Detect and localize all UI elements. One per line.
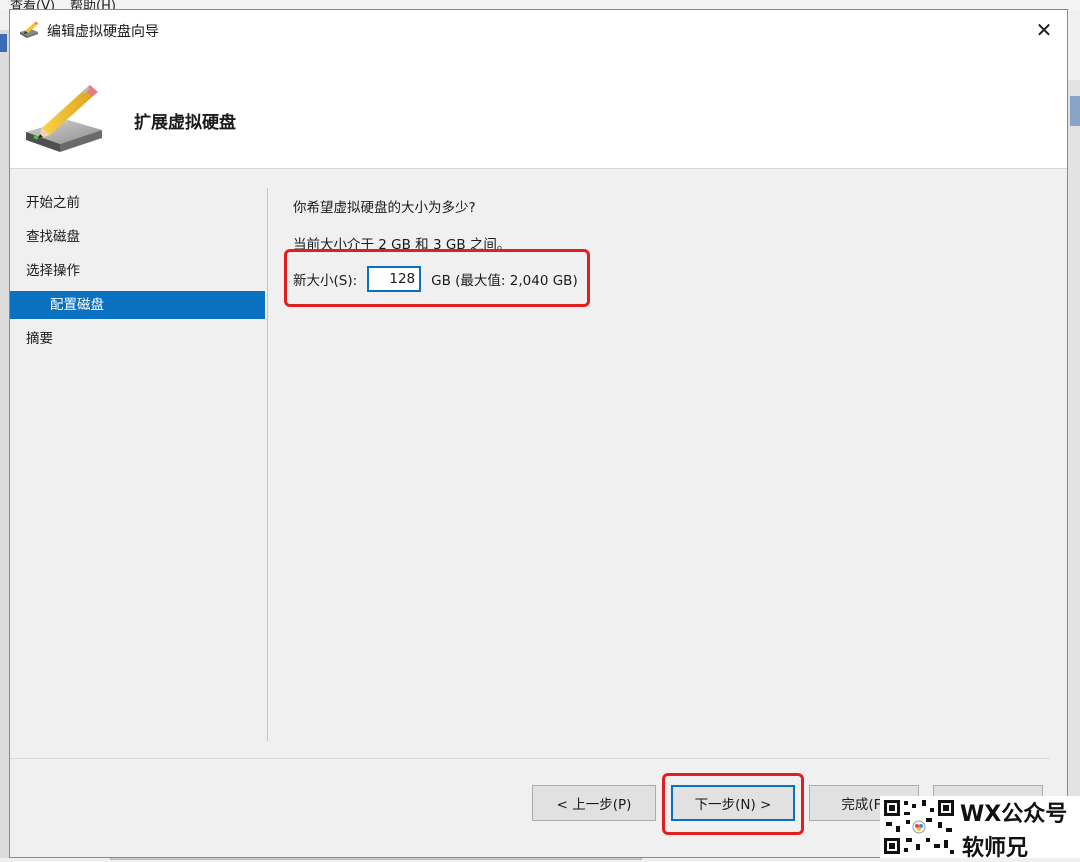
next-button[interactable]: 下一步(N) >: [671, 785, 795, 821]
disk-pencil-icon: [26, 85, 102, 152]
background-right-panel: [1068, 80, 1080, 858]
size-unit-text: GB (最大值: 2,040 GB): [431, 273, 578, 289]
close-button[interactable]: ✕: [1021, 10, 1067, 50]
wizard-header: 扩展虚拟硬盘: [10, 50, 1067, 169]
nav-item-locate-disk[interactable]: 查找磁盘: [10, 220, 265, 254]
background-selection: [0, 34, 7, 52]
window-title: 编辑虚拟硬盘向导: [47, 24, 159, 40]
watermark: WX公众号 软师兄: [880, 796, 1080, 861]
previous-button[interactable]: < 上一步(P): [532, 785, 656, 821]
background-scroll-thumb[interactable]: [1070, 96, 1080, 126]
wizard-steps-nav: 开始之前 查找磁盘 选择操作 配置磁盘 摘要: [10, 186, 265, 356]
qr-code-icon: [882, 798, 956, 856]
background-left-panel: [0, 30, 9, 858]
size-question: 你希望虚拟硬盘的大小为多少?: [293, 200, 476, 216]
nav-item-before-you-begin[interactable]: 开始之前: [10, 186, 265, 220]
watermark-line1: WX公众号: [960, 802, 1068, 827]
footer-divider: [10, 758, 1050, 759]
nav-item-configure-disk[interactable]: 配置磁盘: [10, 291, 265, 319]
watermark-line2: 软师兄: [962, 836, 1029, 861]
close-icon: ✕: [1035, 18, 1053, 42]
edit-virtual-disk-wizard: 编辑虚拟硬盘向导 ✕ 扩展虚拟硬盘 开始之前 查找磁盘 选择操作 配置磁盘 摘要…: [9, 9, 1068, 858]
current-size-text: 当前大小介于 2 GB 和 3 GB 之间。: [293, 237, 511, 253]
nav-divider: [267, 188, 268, 741]
new-size-input[interactable]: [367, 266, 422, 292]
new-size-label: 新大小(S):: [293, 273, 358, 289]
disk-pencil-icon: [20, 21, 39, 38]
nav-item-choose-action[interactable]: 选择操作: [10, 254, 265, 288]
page-title: 扩展虚拟硬盘: [134, 113, 236, 133]
title-bar: 编辑虚拟硬盘向导 ✕: [10, 10, 1067, 50]
new-size-row: 新大小(S): GB (最大值: 2,040 GB): [293, 264, 578, 294]
nav-item-summary[interactable]: 摘要: [10, 322, 265, 356]
